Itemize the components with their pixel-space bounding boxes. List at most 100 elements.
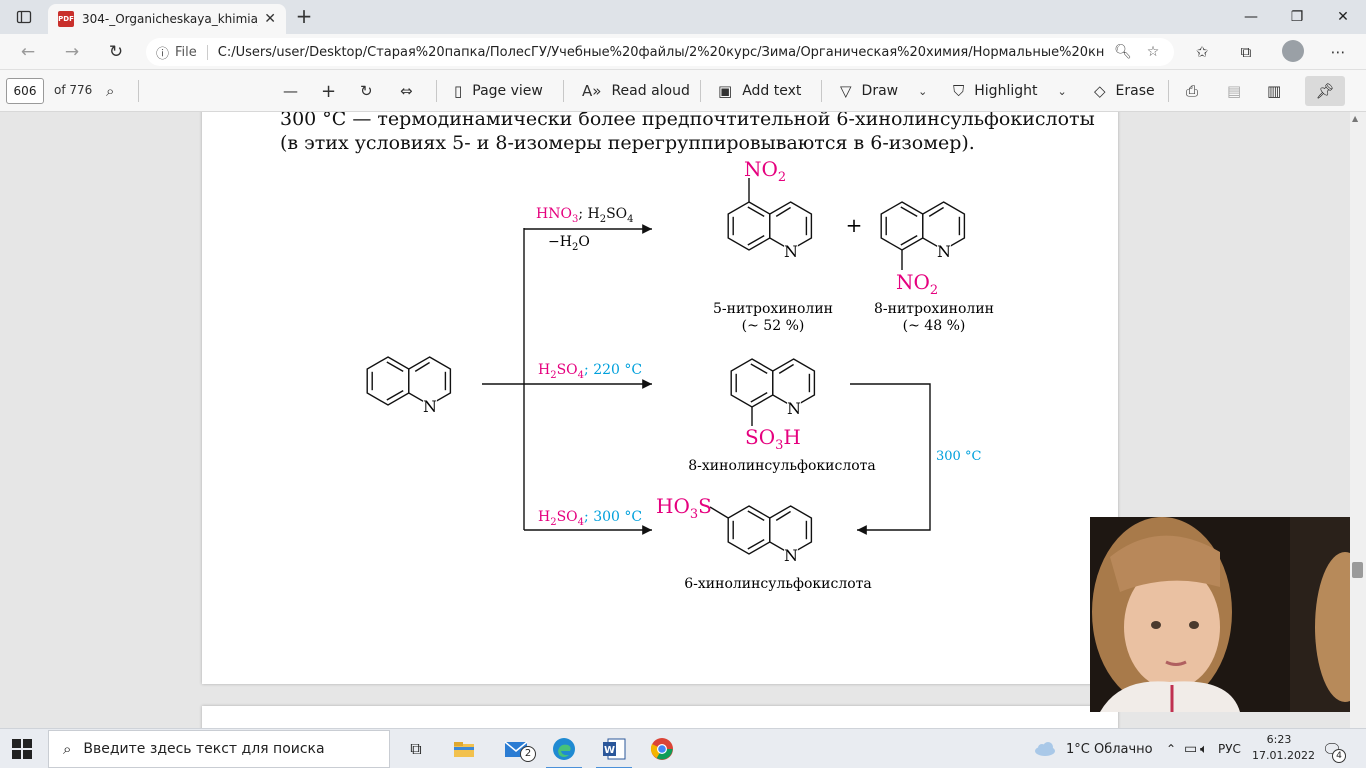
read-aloud-button[interactable]: A» Read aloud: [582, 80, 690, 102]
tab-actions-button[interactable]: [10, 6, 38, 28]
mail-badge: 2: [520, 746, 536, 762]
profile-avatar[interactable]: [1282, 40, 1304, 62]
system-clock[interactable]: 6:23 17.01.2022: [1252, 732, 1315, 764]
8-nitroquinoline-structure: [880, 201, 966, 251]
page-view-button[interactable]: ▯ Page view: [454, 80, 543, 102]
info-icon[interactable]: ⓘ: [156, 43, 169, 62]
chevron-up-icon: ⌃: [1166, 742, 1177, 756]
water-elimination-label: −H2O: [548, 234, 590, 253]
toolbar-divider: [436, 80, 437, 102]
windows-start-button[interactable]: [12, 739, 32, 759]
toolbar-divider: [821, 80, 822, 102]
url-scheme-label: File: [175, 44, 208, 60]
rotate-icon[interactable]: ↻: [360, 80, 373, 102]
file-explorer-button[interactable]: [440, 733, 488, 765]
add-text-button[interactable]: ▣ Add text: [718, 80, 801, 102]
product-8-nitroquinoline-yield: (~ 48 %): [903, 318, 966, 334]
windows-logo-icon: [12, 739, 21, 748]
draw-chevron-down-icon[interactable]: ⌄: [918, 85, 927, 98]
read-aloud-label: Read aloud: [611, 83, 690, 99]
restore-button[interactable]: ❐: [1274, 4, 1320, 30]
highlight-icon: ⛉: [953, 82, 965, 100]
add-favorite-icon[interactable]: ☆: [1142, 44, 1164, 60]
taskbar-search-box[interactable]: ⌕ Введите здесь текст для поиска: [48, 730, 390, 768]
find-icon[interactable]: ⌕: [106, 80, 114, 102]
show-hidden-icons-button[interactable]: ⌃: [1166, 729, 1176, 768]
n-atom-label: N: [784, 242, 798, 261]
zoom-out-icon[interactable]: —: [283, 80, 298, 102]
word-button[interactable]: W: [590, 733, 638, 768]
close-window-button[interactable]: ✕: [1320, 4, 1366, 30]
n-atom-label: N: [423, 397, 437, 416]
8-quinolinesulfonic-acid-structure: [730, 358, 816, 408]
forward-button[interactable]: →: [58, 40, 86, 64]
volume-icon[interactable]: 🔈︎: [1200, 729, 1208, 768]
notification-count: 4: [1332, 749, 1346, 763]
more-options-icon[interactable]: ⋯: [1326, 42, 1350, 62]
browser-tab[interactable]: PDF 304-_Organicheskaya_khimia_Ch ✕: [48, 4, 286, 34]
mail-button[interactable]: 2: [492, 733, 540, 765]
pdf-file-icon: PDF: [58, 11, 74, 27]
page-number-input[interactable]: 606: [6, 78, 44, 104]
task-view-button[interactable]: ⧉: [392, 733, 440, 765]
sulfo-bond: [709, 506, 729, 519]
highlight-button[interactable]: ⛉ Highlight ⌄: [953, 80, 1067, 102]
draw-button[interactable]: ▽ Draw ⌄: [840, 80, 927, 102]
minimize-button[interactable]: —: [1228, 4, 1274, 30]
toolbar-divider: [138, 80, 139, 102]
5-nitroquinoline-structure: [727, 201, 813, 251]
pdf-toolbar: 606 of 776 ⌕ — + ↻ ⇔ ▯ Page view A» Read a…: [0, 70, 1366, 112]
notification-center-button[interactable]: 🗨︎ 4: [1322, 729, 1346, 768]
erase-label: Erase: [1115, 83, 1155, 99]
cloud-icon: [1035, 742, 1055, 756]
save-icon[interactable]: ▤: [1227, 80, 1241, 102]
n-atom-label: N: [784, 546, 798, 565]
scrollbar-thumb[interactable]: [1352, 562, 1363, 578]
favorites-icon[interactable]: ✩: [1190, 42, 1214, 62]
toolbar-divider: [563, 80, 564, 102]
close-tab-icon[interactable]: ✕: [264, 11, 276, 27]
address-bar[interactable]: ⓘ File C:/Users/user/Desktop/Старая%20па…: [146, 38, 1174, 66]
task-view-icon: ⧉: [410, 739, 422, 758]
video-overlay[interactable]: [1090, 517, 1350, 712]
language-indicator[interactable]: РУС: [1218, 729, 1241, 768]
edge-browser-button[interactable]: [540, 733, 588, 768]
6-quinolinesulfonic-acid-structure: [727, 505, 813, 555]
pin-toolbar-button[interactable]: 📌︎: [1305, 76, 1345, 106]
scroll-up-arrow-icon[interactable]: ▲: [1352, 114, 1358, 123]
url-text[interactable]: C:/Users/user/Desktop/Старая%20папка/Пол…: [218, 45, 1104, 60]
weather-widget[interactable]: 1°C Облачно: [1034, 729, 1153, 768]
new-tab-button[interactable]: +: [292, 6, 316, 28]
reaction-scheme: N N N N N NO2 NO2 SO3H HO3S + HNO3; H2SO…: [366, 157, 994, 592]
product-5-nitroquinoline-yield: (~ 52 %): [742, 318, 805, 334]
product-6-sulfonic-acid-name: 6-хинолинсульфокислота: [684, 576, 872, 592]
chrome-button[interactable]: [638, 733, 686, 765]
search-icon: ⌕: [63, 740, 72, 758]
network-icon[interactable]: ▭: [1184, 729, 1197, 768]
page-view-icon: ▯: [454, 82, 463, 100]
so3h-group-label: SO3H: [745, 425, 801, 453]
tab-title: 304-_Organicheskaya_khimia_Ch: [82, 12, 258, 26]
toolbar-divider: [700, 80, 701, 102]
print-icon[interactable]: ⎙: [1186, 80, 1198, 102]
zoom-icon[interactable]: 🔍︎: [1112, 44, 1134, 60]
quinoline-structure: [366, 356, 452, 406]
zoom-in-icon[interactable]: +: [321, 80, 336, 102]
n-atom-label: N: [937, 242, 951, 261]
toolbar-divider: [1168, 80, 1169, 102]
erase-button[interactable]: ◇ Erase: [1094, 80, 1155, 102]
clock-date: 17.01.2022: [1252, 749, 1315, 762]
plus-sign: +: [846, 213, 863, 237]
tab-strip: PDF 304-_Organicheskaya_khimia_Ch ✕ + — …: [0, 0, 1366, 34]
fit-page-icon[interactable]: ⇔: [400, 80, 413, 102]
save-as-icon[interactable]: ▥: [1267, 80, 1281, 102]
pin-icon: 📌︎: [1315, 82, 1335, 100]
back-button[interactable]: ←: [14, 40, 42, 64]
page-view-label: Page view: [472, 83, 543, 99]
refresh-button[interactable]: ↻: [102, 40, 130, 64]
edge-icon: [553, 738, 575, 760]
windows-taskbar: ⌕ Введите здесь текст для поиска ⧉ 2 W 1…: [0, 728, 1366, 768]
vertical-scrollbar[interactable]: [1350, 112, 1366, 728]
highlight-chevron-down-icon[interactable]: ⌄: [1057, 85, 1066, 98]
collections-icon[interactable]: ⧉: [1234, 42, 1258, 62]
